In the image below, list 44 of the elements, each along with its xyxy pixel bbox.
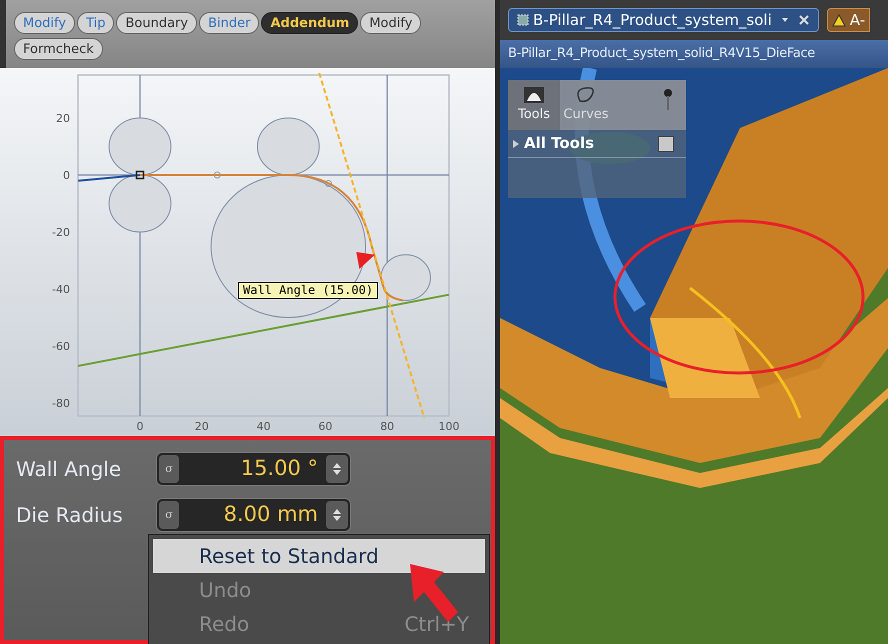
toolbar-button[interactable]: Modify (14, 12, 76, 34)
axis-tick-label: -20 (52, 226, 70, 239)
warning-tab[interactable]: A- (826, 8, 870, 32)
axis-tick-label: 0 (63, 169, 70, 182)
warning-icon (832, 14, 846, 26)
toolbar-button[interactable]: Formcheck (14, 38, 103, 60)
axis-tick-label: 20 (56, 112, 70, 125)
menu-item[interactable]: Reset to Standard (153, 539, 485, 573)
field-value: 15.00 ° (240, 455, 319, 482)
sigma-icon[interactable]: σ (159, 501, 179, 529)
checkbox[interactable] (658, 136, 674, 152)
pin-icon[interactable] (662, 88, 674, 112)
surface-icon (522, 85, 546, 106)
dropdown-icon[interactable] (780, 16, 790, 24)
axis-tick-label: 100 (438, 420, 460, 433)
parameter-label: Die Radius (16, 502, 124, 529)
axis-tick-label: -60 (52, 340, 70, 353)
sigma-icon[interactable]: σ (159, 455, 179, 483)
document-tab[interactable]: B-Pillar_R4_Product_system_soli (508, 8, 819, 32)
axis-tick-label: 40 (256, 420, 271, 433)
close-icon[interactable] (798, 14, 810, 26)
toolbar-button[interactable]: Modify (360, 12, 422, 34)
toolbar-button[interactable]: Addendum (261, 12, 358, 34)
expand-icon[interactable] (512, 138, 520, 148)
tooltip: Wall Angle (15.00) (238, 282, 378, 299)
document-icon (517, 14, 529, 26)
axis-tick-label: 20 (194, 420, 209, 433)
spinner-icon[interactable] (326, 501, 348, 529)
panel-tab[interactable]: Tools (508, 80, 560, 130)
axis-tick-label: -80 (52, 397, 70, 410)
tree-item[interactable]: All Tools (524, 132, 594, 155)
axis-tick-label: 0 (136, 420, 144, 433)
axis-tick-label: 80 (380, 420, 394, 433)
spinner-icon[interactable] (326, 455, 348, 483)
field-value: 8.00 mm (222, 501, 319, 528)
axis-tick-label: 60 (318, 420, 332, 433)
viewport-title: B-Pillar_R4_Product_system_solid_R4V15_DieFace (500, 40, 888, 68)
value-field[interactable]: σ 15.00 ° (156, 452, 351, 486)
toolbar-button[interactable]: Binder (199, 12, 260, 34)
axis-tick-label: -40 (52, 283, 70, 296)
value-field[interactable]: σ 8.00 mm (156, 498, 351, 532)
toolbar-button[interactable]: Boundary (116, 12, 198, 34)
toolbar-button[interactable]: Tip (77, 12, 114, 34)
parameter-label: Wall Angle (16, 456, 122, 483)
